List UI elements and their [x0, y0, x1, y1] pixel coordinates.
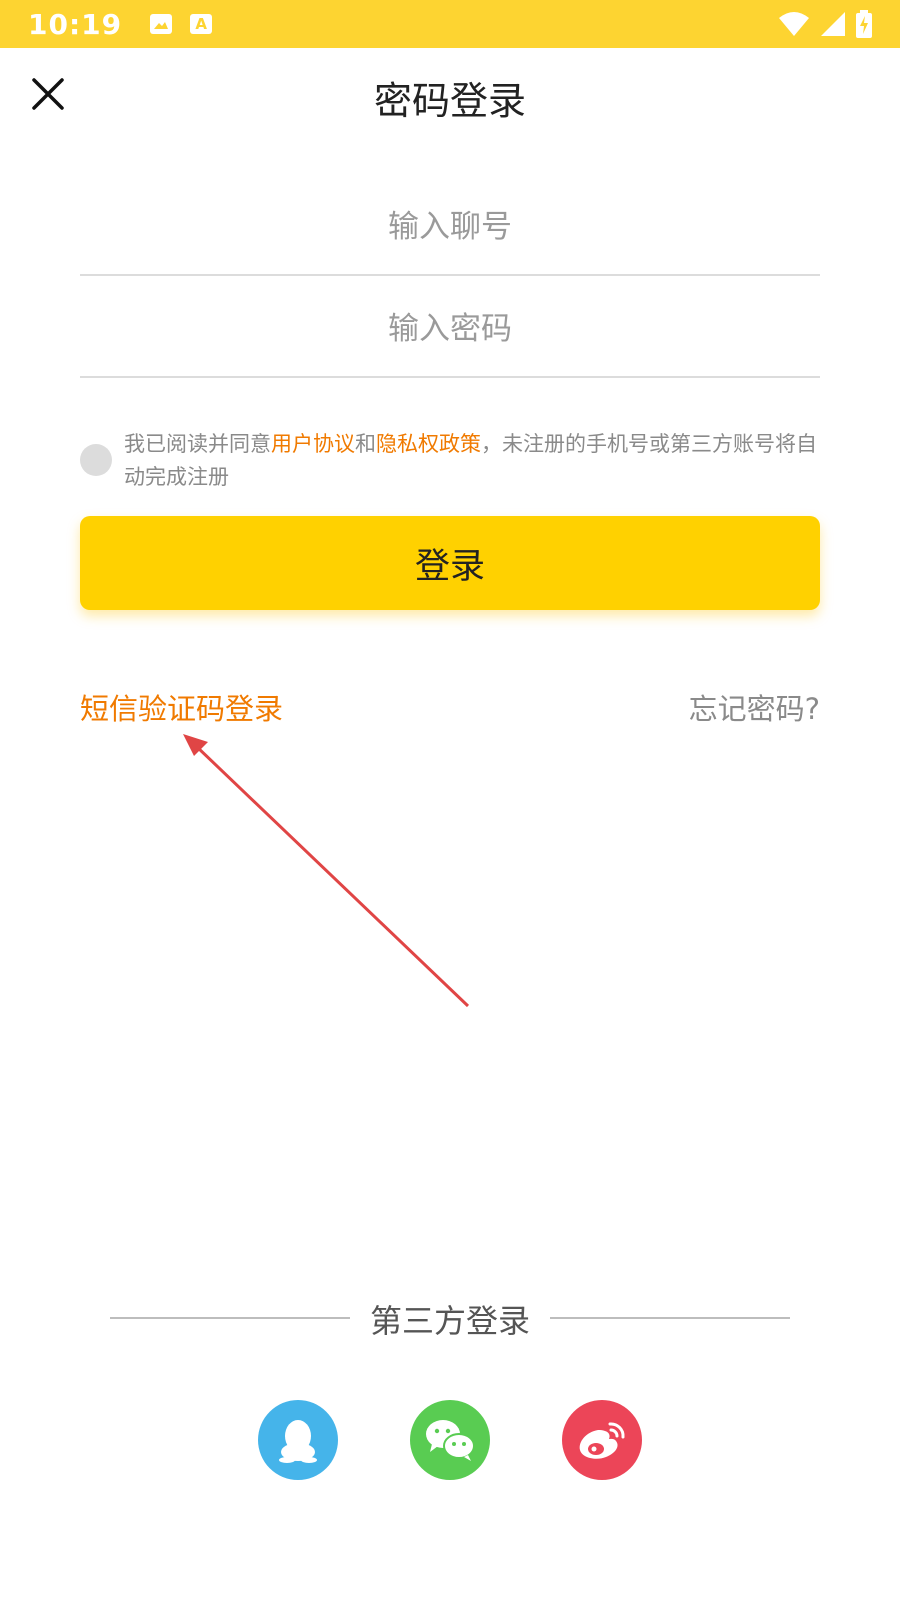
status-bar: 10:19 A [0, 0, 900, 48]
agreement-checkbox[interactable] [80, 444, 112, 476]
agreement-prefix: 我已阅读并同意 [124, 432, 271, 456]
sms-login-link[interactable]: 短信验证码登录 [80, 686, 283, 728]
divider-right [550, 1317, 790, 1319]
status-icons-right [778, 10, 872, 38]
wifi-icon [779, 12, 809, 36]
account-input-row [80, 180, 820, 276]
agreement-and: 和 [355, 432, 376, 456]
weibo-login-button[interactable] [562, 1400, 642, 1480]
signal-icon [821, 12, 845, 36]
status-time: 10:19 [28, 7, 123, 41]
qq-icon [279, 1420, 317, 1463]
image-icon [150, 14, 173, 34]
user-agreement-link[interactable]: 用户协议 [271, 432, 355, 456]
login-button[interactable]: 登录 [80, 516, 820, 610]
forgot-password-link[interactable]: 忘记密码? [689, 686, 820, 728]
privacy-policy-link[interactable]: 隐私权政策 [376, 432, 481, 456]
status-icons-left: A [150, 14, 213, 34]
login-screen: 10:19 A 密码登录 我已阅读并同意用户协议和隐私权政策，未注册的手机号或第… [0, 0, 900, 1600]
weibo-icon [579, 1422, 625, 1459]
text-icon: A [190, 14, 213, 34]
battery-icon [856, 10, 872, 38]
page-title: 密码登录 [373, 79, 526, 123]
wechat-login-button[interactable] [410, 1400, 490, 1480]
password-input[interactable] [80, 282, 820, 376]
third-party-title: 第三方登录 [369, 1302, 530, 1340]
qq-login-button[interactable] [258, 1400, 338, 1480]
account-input[interactable] [80, 180, 820, 274]
agreement-text: 我已阅读并同意用户协议和隐私权政策，未注册的手机号或第三方账号将自动完成注册 [124, 428, 824, 494]
wechat-icon [426, 1420, 475, 1461]
password-input-row [80, 282, 820, 378]
